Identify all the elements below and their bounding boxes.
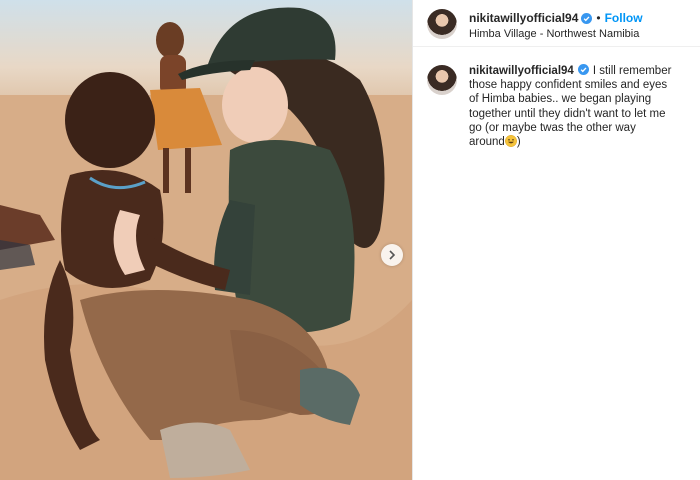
post-photo[interactable] <box>0 0 412 480</box>
caption-text: I still remember those happy confident s… <box>469 65 672 149</box>
caption-text-end: ) <box>516 136 521 149</box>
verified-badge-icon <box>581 12 593 24</box>
post-header: nikitawillyofficial94 • Follow Himba Vil… <box>413 0 700 47</box>
username-link[interactable]: nikitawillyofficial94 <box>469 11 578 25</box>
avatar[interactable] <box>427 9 457 39</box>
follow-button[interactable]: Follow <box>605 11 643 25</box>
caption-avatar[interactable] <box>427 65 457 95</box>
separator-dot: • <box>596 11 601 25</box>
chevron-right-icon <box>389 250 396 260</box>
instagram-post: nikitawillyofficial94 • Follow Himba Vil… <box>0 0 700 480</box>
header-text: nikitawillyofficial94 • Follow Himba Vil… <box>469 11 643 40</box>
verified-badge-icon <box>577 64 589 75</box>
next-photo-button[interactable] <box>381 244 403 266</box>
header-user-row: nikitawillyofficial94 • Follow <box>469 11 643 25</box>
post-side-panel: nikitawillyofficial94 • Follow Himba Vil… <box>413 0 700 480</box>
caption-username-link[interactable]: nikitawillyofficial94 <box>469 65 574 77</box>
location-link[interactable]: Himba Village - Northwest Namibia <box>469 28 643 40</box>
caption-body: nikitawillyofficial94 I still remember th… <box>469 64 674 149</box>
photo-illustration <box>0 7 412 480</box>
grinning-face-emoji-icon <box>504 135 517 147</box>
caption: nikitawillyofficial94 I still remember th… <box>413 47 700 149</box>
